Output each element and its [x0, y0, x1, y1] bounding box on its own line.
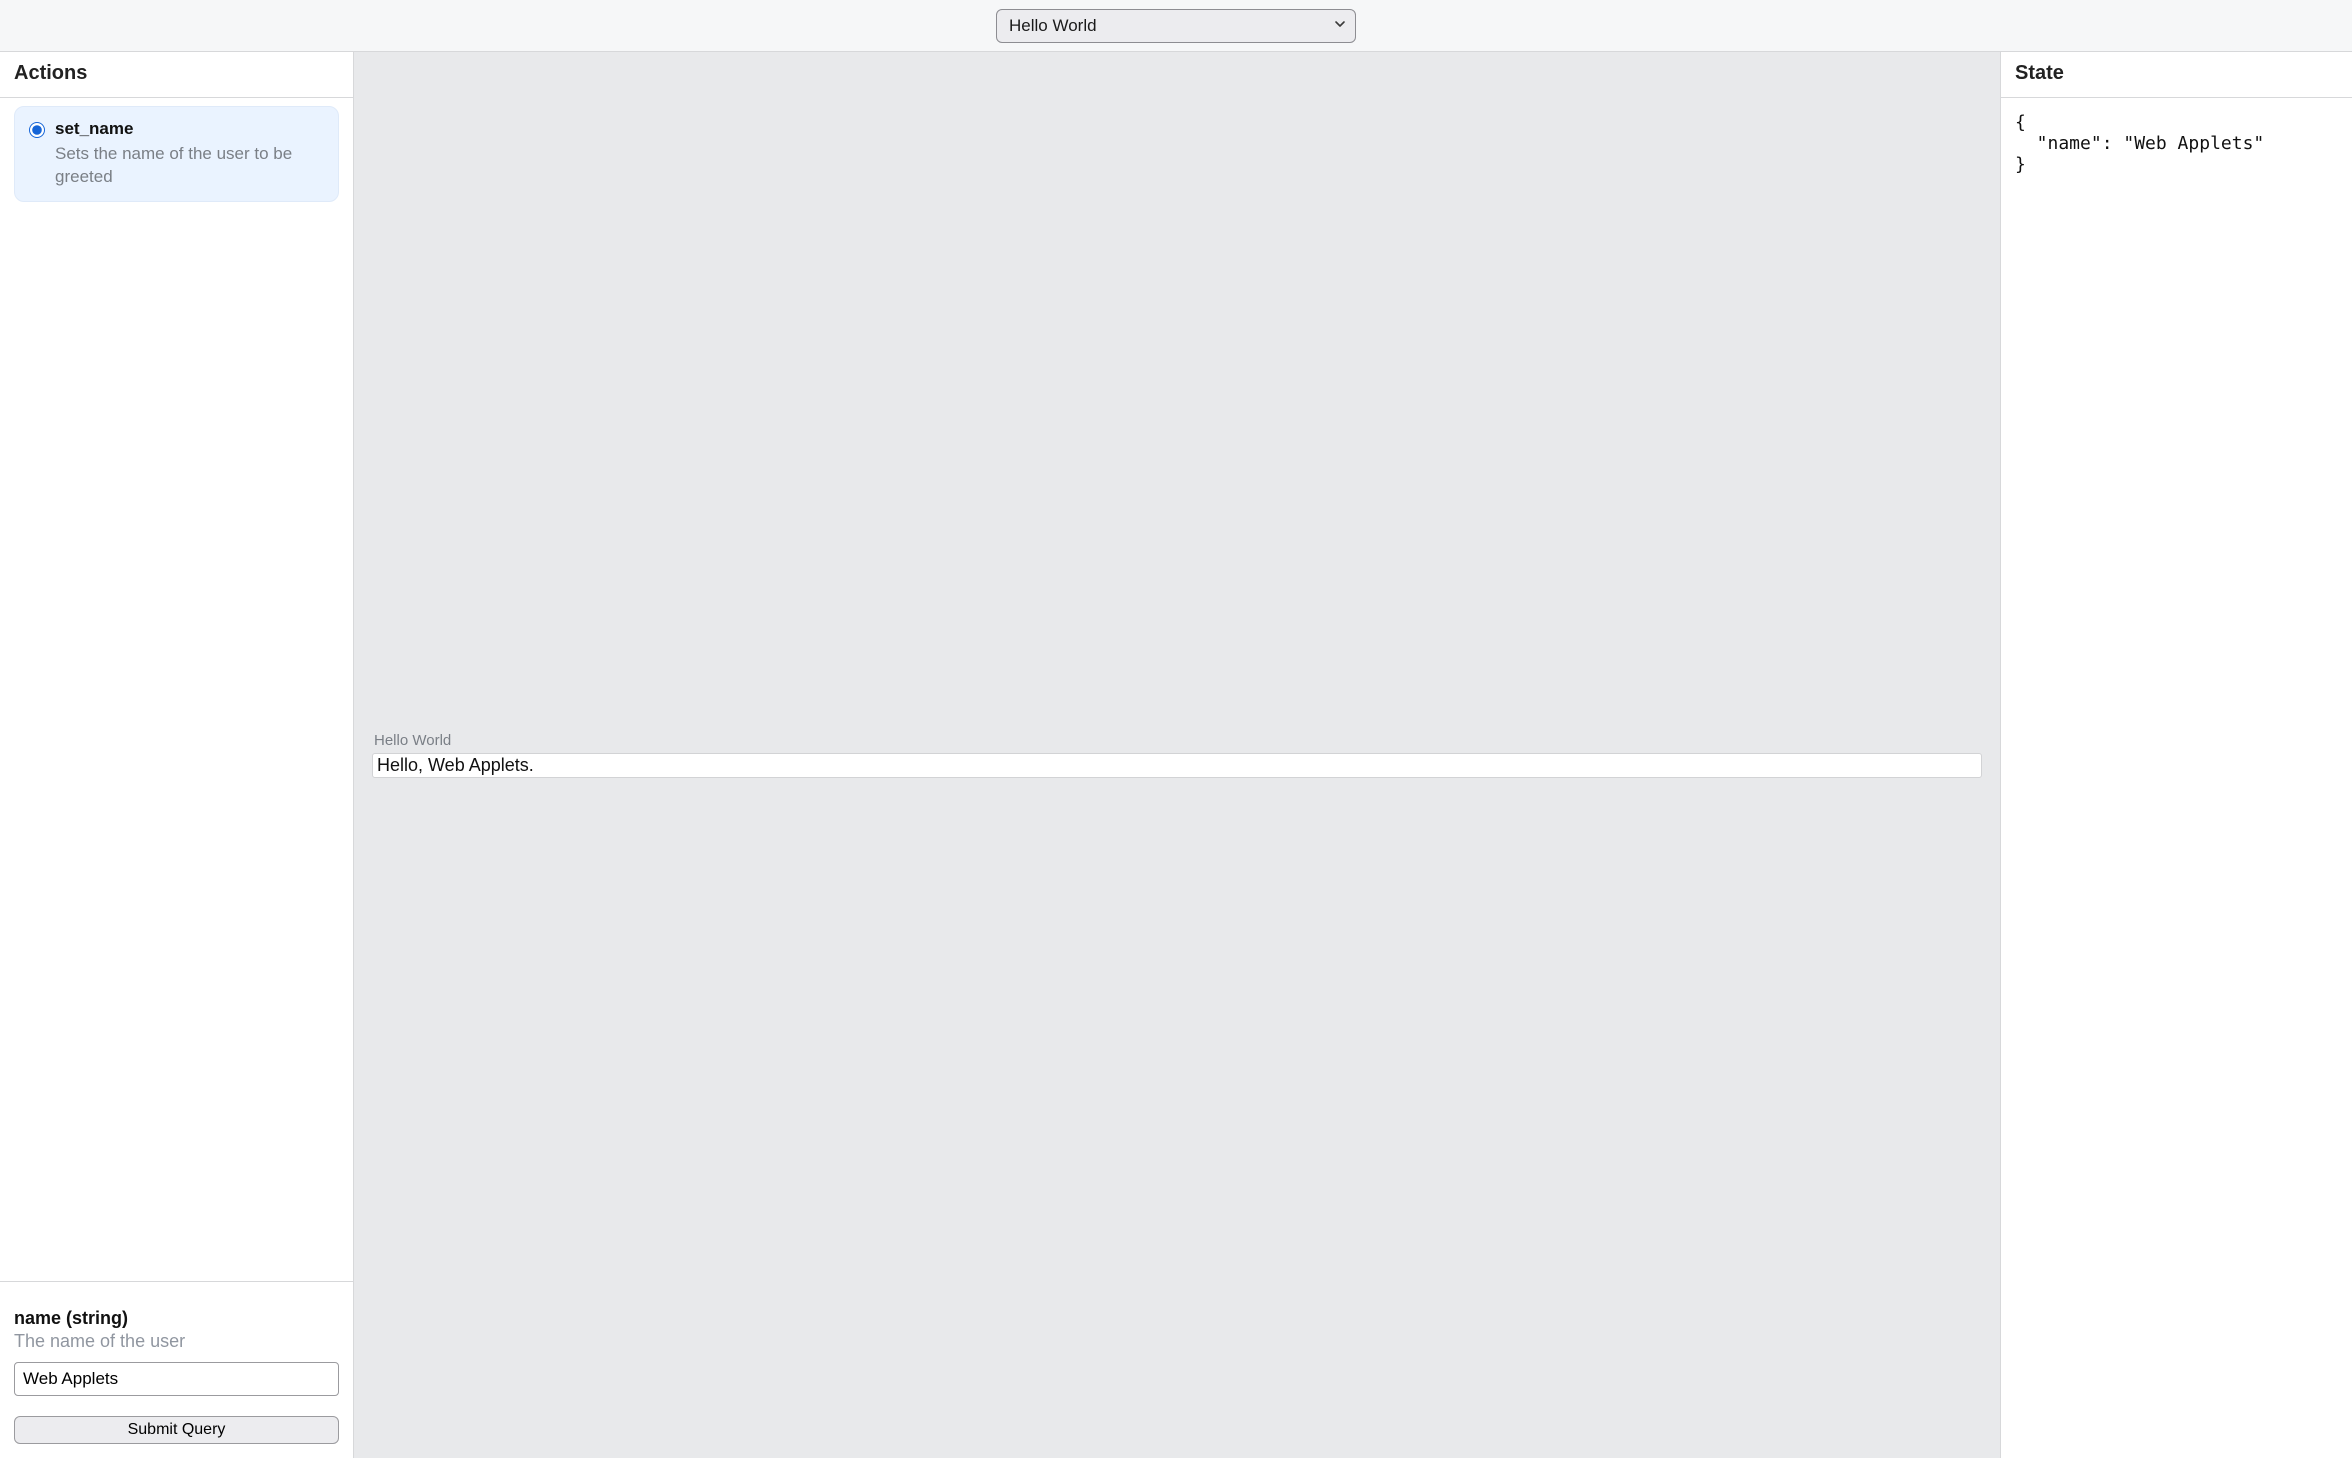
submit-row: Submit Query: [14, 1416, 339, 1444]
name-input[interactable]: [14, 1362, 339, 1396]
preview-body: Hello, Web Applets.: [372, 753, 1982, 778]
actions-header: Actions: [0, 52, 353, 98]
action-item-set-name[interactable]: set_name Sets the name of the user to be…: [14, 106, 339, 202]
applet-select-wrap: Hello World: [996, 9, 1356, 43]
right-panel: State { "name": "Web Applets" }: [2000, 52, 2352, 1458]
action-description: Sets the name of the user to be greeted: [55, 143, 324, 189]
main-layout: Actions set_name Sets the name of the us…: [0, 52, 2352, 1458]
param-label: name (string): [14, 1308, 339, 1329]
submit-query-button[interactable]: Submit Query: [14, 1416, 339, 1444]
action-name-label: set_name: [55, 119, 324, 139]
action-radio-holder: [29, 119, 45, 189]
state-header: State: [2001, 52, 2352, 98]
preview-inner: Hello World Hello, Web Applets.: [372, 732, 1982, 778]
param-help: The name of the user: [14, 1331, 339, 1352]
action-radio[interactable]: [29, 122, 45, 138]
actions-list: set_name Sets the name of the user to be…: [0, 98, 353, 1281]
left-panel: Actions set_name Sets the name of the us…: [0, 52, 354, 1458]
preview-title: Hello World: [372, 732, 1982, 753]
preview-panel: Hello World Hello, Web Applets.: [354, 52, 2000, 1458]
action-text-block: set_name Sets the name of the user to be…: [55, 119, 324, 189]
topbar: Hello World: [0, 0, 2352, 52]
param-panel: name (string) The name of the user Submi…: [0, 1281, 353, 1458]
state-json: { "name": "Web Applets" }: [2001, 98, 2352, 189]
applet-select[interactable]: Hello World: [996, 9, 1356, 43]
